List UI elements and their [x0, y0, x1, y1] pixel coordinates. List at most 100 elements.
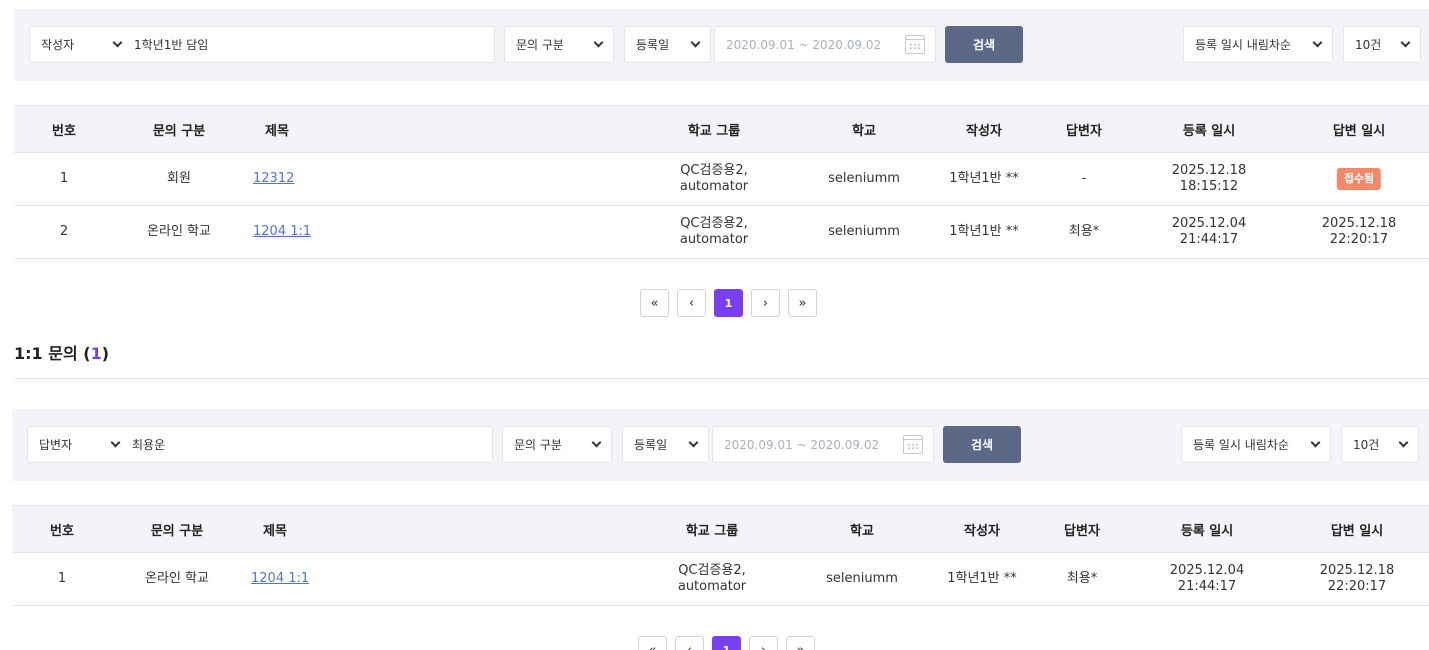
row-answerer: 최용*: [1068, 224, 1100, 239]
sort-select[interactable]: 등록 일시 내림차순: [1183, 26, 1333, 63]
inquiry-type-label: 문의 구분: [516, 38, 564, 52]
chevron-down-icon: [112, 38, 122, 48]
sort-label: 등록 일시 내림차순: [1193, 438, 1289, 452]
double-chevron-right-icon[interactable]: »: [788, 289, 817, 317]
page-size-select[interactable]: 10건: [1341, 426, 1419, 463]
column-header-type: 문의 구분: [150, 523, 204, 539]
search-input-group[interactable]: 작성자 1학년1반 담임: [29, 26, 495, 63]
answered-time: 22:20:17: [1329, 232, 1389, 247]
search-input[interactable]: 1학년1반 담임: [134, 27, 208, 62]
inquiry-type-label: 문의 구분: [514, 438, 562, 452]
chevron-down-icon: [1312, 38, 1322, 48]
table-row[interactable]: 1 회원 12312 QC검증용2, automator seleniumm 1…: [14, 153, 1429, 206]
column-header-school-group: 학교 그룹: [687, 123, 741, 139]
pagination: « ‹ 1 › »: [640, 289, 817, 317]
page-size-select[interactable]: 10건: [1343, 26, 1421, 63]
chevron-down-icon: [591, 438, 601, 448]
row-school: seleniumm: [828, 224, 900, 239]
row-title-link[interactable]: 1204 1:1: [253, 206, 311, 258]
date-type-label: 등록일: [636, 38, 670, 52]
table-row[interactable]: 1 온라인 학교 1204 1:1 QC검증용2, automator sele…: [12, 553, 1429, 606]
page-button-current[interactable]: 1: [714, 289, 743, 317]
registered-time: 21:44:17: [1179, 232, 1239, 247]
sort-label: 등록 일시 내림차순: [1195, 38, 1291, 52]
column-header-author: 작성자: [966, 123, 1002, 139]
search-field-select[interactable]: 작성자: [30, 27, 130, 62]
column-header-title: 제목: [265, 123, 289, 139]
row-answerer: -: [1081, 171, 1087, 186]
sort-select[interactable]: 등록 일시 내림차순: [1181, 426, 1331, 463]
row-no: 2: [59, 224, 69, 239]
chevron-down-icon: [688, 438, 698, 448]
row-author: 1학년1반 **: [949, 224, 1019, 239]
date-range-input[interactable]: 2020.09.01 ~ 2020.09.02: [712, 426, 934, 463]
chevron-left-icon[interactable]: ‹: [677, 289, 706, 317]
double-chevron-right-icon[interactable]: »: [786, 636, 815, 650]
search-button[interactable]: 검색: [943, 426, 1021, 463]
date-range-input[interactable]: 2020.09.01 ~ 2020.09.02: [714, 26, 936, 63]
column-header-registered: 등록 일시: [1182, 123, 1236, 139]
section-divider: [14, 378, 1429, 379]
section-title-text: 1:1 문의 (: [14, 344, 91, 363]
column-header-answerer: 답변자: [1064, 523, 1100, 539]
row-registered: 2025.12.18 18:15:12: [1172, 153, 1246, 205]
column-header-no: 번호: [50, 523, 74, 539]
row-registered: 2025.12.04 21:44:17: [1172, 206, 1246, 258]
row-title-link[interactable]: 1204 1:1: [251, 553, 309, 605]
date-type-select[interactable]: 등록일: [622, 426, 709, 463]
search-input-group[interactable]: 답변자 최용운: [27, 426, 493, 463]
row-school: seleniumm: [828, 171, 900, 186]
calendar-icon[interactable]: [903, 435, 923, 454]
page-size-label: 10건: [1353, 438, 1380, 452]
row-type: 온라인 학교: [145, 571, 209, 586]
answered-time: 22:20:17: [1327, 579, 1387, 594]
row-author: 1학년1반 **: [947, 571, 1017, 586]
table-header: 번호 문의 구분 제목 학교 그룹 학교 작성자 답변자 등록 일시 답변 일시: [12, 505, 1429, 553]
row-registered: 2025.12.04 21:44:17: [1170, 553, 1244, 605]
row-school-group: QC검증용2, automator: [680, 153, 748, 205]
search-input[interactable]: 최용운: [132, 427, 165, 462]
table-row[interactable]: 2 온라인 학교 1204 1:1 QC검증용2, automator sele…: [14, 206, 1429, 259]
chevron-down-icon: [1398, 438, 1408, 448]
filter-bar: 작성자 1학년1반 담임 문의 구분 등록일 2020.09.01 ~ 2020…: [14, 9, 1429, 81]
column-header-school: 학교: [850, 523, 874, 539]
double-chevron-left-icon[interactable]: «: [640, 289, 669, 317]
double-chevron-left-icon[interactable]: «: [638, 636, 667, 650]
chevron-right-icon[interactable]: ›: [749, 636, 778, 650]
date-range-placeholder: 2020.09.01 ~ 2020.09.02: [726, 37, 882, 52]
column-header-author: 작성자: [964, 523, 1000, 539]
search-field-select[interactable]: 답변자: [28, 427, 128, 462]
page-button-current[interactable]: 1: [712, 636, 741, 650]
inquiry-type-select[interactable]: 문의 구분: [504, 26, 614, 63]
column-header-answered: 답변 일시: [1332, 123, 1386, 139]
registered-date: 2025.12.18: [1171, 163, 1247, 178]
school-group-line1: QC검증용2,: [678, 563, 746, 578]
answered-date: 2025.12.18: [1319, 563, 1395, 578]
row-title-link[interactable]: 12312: [253, 153, 294, 205]
chevron-down-icon: [110, 438, 120, 448]
date-type-label: 등록일: [634, 438, 668, 452]
section-title-count: 1: [90, 344, 102, 363]
search-button[interactable]: 검색: [945, 26, 1023, 63]
answered-date: 2025.12.18: [1321, 216, 1397, 231]
row-type: 회원: [167, 171, 191, 186]
calendar-icon[interactable]: [905, 35, 925, 54]
chevron-right-icon[interactable]: ›: [751, 289, 780, 317]
chevron-down-icon: [593, 38, 603, 48]
status-badge: 접수됨: [1336, 168, 1382, 190]
chevron-down-icon: [690, 38, 700, 48]
inquiry-type-select[interactable]: 문의 구분: [502, 426, 612, 463]
row-school-group: QC검증용2, automator: [678, 553, 746, 605]
chevron-left-icon[interactable]: ‹: [675, 636, 704, 650]
column-header-school: 학교: [852, 123, 876, 139]
search-field-label: 작성자: [41, 38, 75, 52]
row-answered: 2025.12.18 22:20:17: [1322, 206, 1396, 258]
row-answerer: 최용*: [1066, 571, 1098, 586]
column-header-school-group: 학교 그룹: [685, 523, 739, 539]
pagination: « ‹ 1 › »: [638, 636, 815, 650]
section-title-close: ): [101, 344, 110, 363]
column-header-answerer: 답변자: [1066, 123, 1102, 139]
date-type-select[interactable]: 등록일: [624, 26, 711, 63]
school-group-line2: automator: [677, 579, 747, 594]
column-header-type: 문의 구분: [152, 123, 206, 139]
